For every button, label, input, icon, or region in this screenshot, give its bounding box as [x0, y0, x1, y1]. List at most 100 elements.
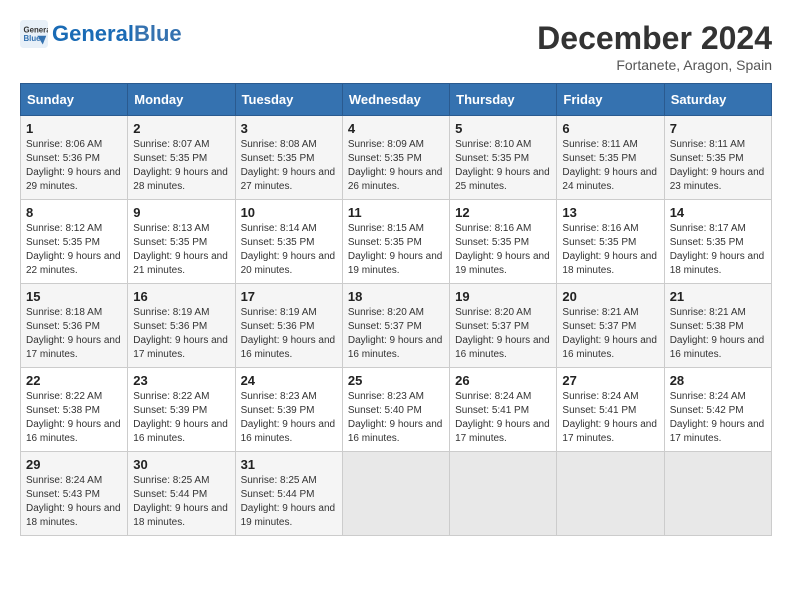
- month-title: December 2024: [537, 20, 772, 57]
- day-cell: 14 Sunrise: 8:17 AMSunset: 5:35 PMDayligh…: [664, 200, 771, 284]
- location-subtitle: Fortanete, Aragon, Spain: [537, 57, 772, 73]
- day-cell: 31 Sunrise: 8:25 AMSunset: 5:44 PMDayligh…: [235, 452, 342, 536]
- column-header-thursday: Thursday: [450, 84, 557, 116]
- day-cell: 10Sunrise: 8:14 AMSunset: 5:35 PMDayligh…: [235, 200, 342, 284]
- day-number: 21: [670, 289, 766, 304]
- day-number: 24: [241, 373, 337, 388]
- day-number: 27: [562, 373, 658, 388]
- svg-text:General: General: [24, 25, 49, 34]
- column-header-saturday: Saturday: [664, 84, 771, 116]
- day-number: 22: [26, 373, 122, 388]
- day-number: 5: [455, 121, 551, 136]
- day-cell: 20Sunrise: 8:21 AMSunset: 5:37 PMDayligh…: [557, 284, 664, 368]
- column-header-friday: Friday: [557, 84, 664, 116]
- week-row-1: 1Sunrise: 8:06 AMSunset: 5:36 PMDaylight…: [21, 116, 772, 200]
- day-info: Sunrise: 8:16 AMSunset: 5:35 PMDaylight:…: [455, 222, 551, 278]
- day-number: 29: [26, 457, 122, 472]
- day-info: Sunrise: 8:24 AMSunset: 5:41 PMDaylight:…: [562, 390, 658, 446]
- day-number: 28: [670, 373, 766, 388]
- day-info: Sunrise: 8:25 AMSunset: 5:44 PMDaylight:…: [133, 474, 229, 530]
- calendar-header-row: SundayMondayTuesdayWednesdayThursdayFrid…: [21, 84, 772, 116]
- day-number: 10: [241, 205, 337, 220]
- day-info: Sunrise: 8:24 AMSunset: 5:42 PMDaylight:…: [670, 390, 766, 446]
- day-info: Sunrise: 8:17 AMSunset: 5:35 PMDaylight:…: [670, 222, 766, 278]
- day-info: Sunrise: 8:09 AMSunset: 5:35 PMDaylight:…: [348, 138, 444, 194]
- day-info: Sunrise: 8:21 AMSunset: 5:38 PMDaylight:…: [670, 306, 766, 362]
- day-number: 23: [133, 373, 229, 388]
- day-cell: 13 Sunrise: 8:16 AMSunset: 5:35 PMDayligh…: [557, 200, 664, 284]
- day-number: 4: [348, 121, 444, 136]
- day-info: Sunrise: 8:25 AMSunset: 5:44 PMDaylight:…: [241, 474, 337, 530]
- day-info: Sunrise: 8:20 AMSunset: 5:37 PMDaylight:…: [348, 306, 444, 362]
- day-cell: [342, 452, 449, 536]
- day-cell: [557, 452, 664, 536]
- day-number: 3: [241, 121, 337, 136]
- day-info: Sunrise: 8:11 AMSunset: 5:35 PMDaylight:…: [562, 138, 658, 194]
- day-info: Sunrise: 8:22 AMSunset: 5:38 PMDaylight:…: [26, 390, 122, 446]
- day-number: 13: [562, 205, 658, 220]
- day-number: 26: [455, 373, 551, 388]
- day-info: Sunrise: 8:24 AMSunset: 5:43 PMDaylight:…: [26, 474, 122, 530]
- day-number: 9: [133, 205, 229, 220]
- logo: General Blue GeneralBlue: [20, 20, 182, 48]
- day-number: 31: [241, 457, 337, 472]
- day-info: Sunrise: 8:19 AMSunset: 5:36 PMDaylight:…: [133, 306, 229, 362]
- day-number: 30: [133, 457, 229, 472]
- day-info: Sunrise: 8:07 AMSunset: 5:35 PMDaylight:…: [133, 138, 229, 194]
- day-info: Sunrise: 8:19 AMSunset: 5:36 PMDaylight:…: [241, 306, 337, 362]
- day-cell: 1Sunrise: 8:06 AMSunset: 5:36 PMDaylight…: [21, 116, 128, 200]
- logo-blue: Blue: [134, 21, 182, 46]
- day-number: 14: [670, 205, 766, 220]
- day-cell: 28 Sunrise: 8:24 AMSunset: 5:42 PMDayligh…: [664, 368, 771, 452]
- day-cell: 5Sunrise: 8:10 AMSunset: 5:35 PMDaylight…: [450, 116, 557, 200]
- day-number: 12: [455, 205, 551, 220]
- day-number: 7: [670, 121, 766, 136]
- day-info: Sunrise: 8:06 AMSunset: 5:36 PMDaylight:…: [26, 138, 122, 194]
- day-cell: 9Sunrise: 8:13 AMSunset: 5:35 PMDaylight…: [128, 200, 235, 284]
- day-cell: 17 Sunrise: 8:19 AMSunset: 5:36 PMDayligh…: [235, 284, 342, 368]
- day-info: Sunrise: 8:08 AMSunset: 5:35 PMDaylight:…: [241, 138, 337, 194]
- day-cell: 25 Sunrise: 8:23 AMSunset: 5:40 PMDayligh…: [342, 368, 449, 452]
- day-cell: 12 Sunrise: 8:16 AMSunset: 5:35 PMDayligh…: [450, 200, 557, 284]
- day-cell: 22 Sunrise: 8:22 AMSunset: 5:38 PMDayligh…: [21, 368, 128, 452]
- day-cell: 27 Sunrise: 8:24 AMSunset: 5:41 PMDayligh…: [557, 368, 664, 452]
- day-cell: 21 Sunrise: 8:21 AMSunset: 5:38 PMDayligh…: [664, 284, 771, 368]
- day-number: 2: [133, 121, 229, 136]
- day-number: 17: [241, 289, 337, 304]
- day-cell: 11Sunrise: 8:15 AMSunset: 5:35 PMDayligh…: [342, 200, 449, 284]
- day-number: 19: [455, 289, 551, 304]
- logo-text: GeneralBlue: [52, 22, 182, 46]
- day-cell: 19 Sunrise: 8:20 AMSunset: 5:37 PMDayligh…: [450, 284, 557, 368]
- calendar-body: 1Sunrise: 8:06 AMSunset: 5:36 PMDaylight…: [21, 116, 772, 536]
- calendar-table: SundayMondayTuesdayWednesdayThursdayFrid…: [20, 83, 772, 536]
- day-cell: 15Sunrise: 8:18 AMSunset: 5:36 PMDayligh…: [21, 284, 128, 368]
- day-info: Sunrise: 8:21 AMSunset: 5:37 PMDaylight:…: [562, 306, 658, 362]
- day-cell: 2 Sunrise: 8:07 AMSunset: 5:35 PMDaylight…: [128, 116, 235, 200]
- svg-text:Blue: Blue: [24, 34, 42, 43]
- day-info: Sunrise: 8:23 AMSunset: 5:39 PMDaylight:…: [241, 390, 337, 446]
- day-info: Sunrise: 8:15 AMSunset: 5:35 PMDaylight:…: [348, 222, 444, 278]
- day-info: Sunrise: 8:23 AMSunset: 5:40 PMDaylight:…: [348, 390, 444, 446]
- day-info: Sunrise: 8:16 AMSunset: 5:35 PMDaylight:…: [562, 222, 658, 278]
- column-header-sunday: Sunday: [21, 84, 128, 116]
- day-cell: 4 Sunrise: 8:09 AMSunset: 5:35 PMDaylight…: [342, 116, 449, 200]
- day-cell: 7 Sunrise: 8:11 AMSunset: 5:35 PMDaylight…: [664, 116, 771, 200]
- day-number: 18: [348, 289, 444, 304]
- day-cell: 6 Sunrise: 8:11 AMSunset: 5:35 PMDaylight…: [557, 116, 664, 200]
- day-info: Sunrise: 8:24 AMSunset: 5:41 PMDaylight:…: [455, 390, 551, 446]
- day-info: Sunrise: 8:11 AMSunset: 5:35 PMDaylight:…: [670, 138, 766, 194]
- day-number: 25: [348, 373, 444, 388]
- day-info: Sunrise: 8:18 AMSunset: 5:36 PMDaylight:…: [26, 306, 122, 362]
- logo-general: General: [52, 21, 134, 46]
- day-cell: 23 Sunrise: 8:22 AMSunset: 5:39 PMDayligh…: [128, 368, 235, 452]
- day-number: 6: [562, 121, 658, 136]
- day-number: 8: [26, 205, 122, 220]
- day-info: Sunrise: 8:22 AMSunset: 5:39 PMDaylight:…: [133, 390, 229, 446]
- day-cell: [450, 452, 557, 536]
- day-number: 16: [133, 289, 229, 304]
- week-row-5: 29 Sunrise: 8:24 AMSunset: 5:43 PMDayligh…: [21, 452, 772, 536]
- week-row-4: 22 Sunrise: 8:22 AMSunset: 5:38 PMDayligh…: [21, 368, 772, 452]
- day-info: Sunrise: 8:12 AMSunset: 5:35 PMDaylight:…: [26, 222, 122, 278]
- day-info: Sunrise: 8:20 AMSunset: 5:37 PMDaylight:…: [455, 306, 551, 362]
- day-cell: 29 Sunrise: 8:24 AMSunset: 5:43 PMDayligh…: [21, 452, 128, 536]
